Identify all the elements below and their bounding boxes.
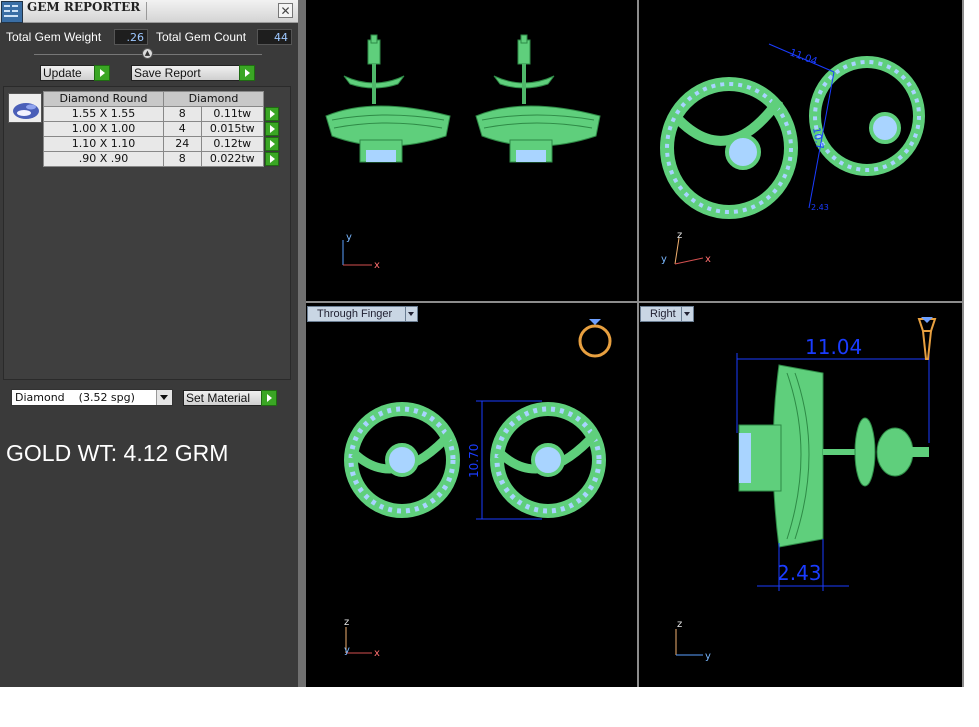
gem-size: 1.10 X 1.10 bbox=[43, 136, 164, 152]
gem-count: 4 bbox=[163, 121, 202, 137]
chevron-down-icon[interactable] bbox=[405, 307, 417, 321]
axis-y-label: y bbox=[346, 232, 352, 243]
row-go-arrow-icon[interactable] bbox=[265, 122, 279, 136]
dimension-width: 11.04 bbox=[788, 47, 819, 67]
title-bar: GEM REPORTER ✕ bbox=[0, 0, 298, 23]
viewport-right[interactable]: 11.04 2.43 z y Right bbox=[639, 303, 962, 687]
ring-view-icon[interactable] bbox=[578, 319, 612, 358]
close-button[interactable]: ✕ bbox=[278, 3, 293, 18]
earring-side-model bbox=[738, 364, 929, 548]
gem-weight: 0.12tw bbox=[200, 136, 265, 152]
dimension-depth: 2.43 bbox=[811, 203, 829, 212]
right-view-render: 11.04 2.43 z y bbox=[675, 317, 937, 662]
viewport-label: Through Finger bbox=[317, 308, 393, 320]
axis-x-label: x bbox=[705, 254, 711, 265]
table-row[interactable]: .90 X .90 8 0.022tw bbox=[43, 151, 280, 167]
dimension-depth: 2.43 bbox=[777, 561, 822, 585]
row-go-arrow-icon[interactable] bbox=[265, 137, 279, 151]
earring-top-model bbox=[344, 402, 460, 518]
axis-indicator: z y x bbox=[344, 617, 380, 659]
gem-reporter-panel: GEM REPORTER ✕ Total Gem Weight .26 Tota… bbox=[0, 0, 298, 687]
gold-weight-text: GOLD WT: 4.12 GRM bbox=[6, 440, 229, 466]
gem-size: 1.55 X 1.55 bbox=[43, 106, 164, 122]
column-header: Diamond Round bbox=[43, 91, 164, 107]
side-view-icon[interactable] bbox=[917, 317, 937, 360]
axis-z-label: z bbox=[677, 619, 682, 630]
axis-indicator: z y x bbox=[661, 230, 711, 265]
update-button[interactable]: Update bbox=[40, 65, 110, 81]
viewport-splitter-vertical[interactable] bbox=[637, 0, 639, 687]
earring-front-model bbox=[475, 34, 601, 163]
diamond-round-icon bbox=[8, 93, 42, 123]
go-arrow-icon bbox=[239, 65, 255, 81]
total-gem-count-value: 44 bbox=[257, 29, 292, 45]
total-gem-count-label: Total Gem Count bbox=[156, 30, 247, 44]
axis-y-label: y bbox=[661, 254, 667, 265]
total-gem-weight-value: .26 bbox=[114, 29, 148, 45]
go-arrow-icon bbox=[261, 390, 277, 406]
go-arrow-icon bbox=[94, 65, 110, 81]
save-report-button[interactable]: Save Report bbox=[131, 65, 255, 81]
gem-size: .90 X .90 bbox=[43, 151, 164, 167]
gem-count: 8 bbox=[163, 106, 202, 122]
axis-y-label: y bbox=[344, 645, 350, 656]
total-gem-weight-label: Total Gem Weight bbox=[6, 30, 102, 44]
front-view-render: y x bbox=[325, 34, 601, 271]
material-select-value: Diamond (3.52 spg) bbox=[15, 391, 135, 404]
app-icon bbox=[1, 1, 23, 23]
material-select[interactable]: Diamond (3.52 spg) bbox=[11, 389, 173, 406]
gem-size: 1.00 X 1.00 bbox=[43, 121, 164, 137]
set-material-button-label: Set Material bbox=[186, 391, 251, 405]
set-material-button[interactable]: Set Material bbox=[183, 390, 277, 406]
panel-divider[interactable] bbox=[298, 0, 306, 687]
viewport-through-finger[interactable]: 10.70 z y x Through Finger bbox=[306, 303, 637, 687]
earring-front-model bbox=[325, 34, 451, 163]
axis-indicator: z y bbox=[675, 619, 711, 662]
window-title: GEM REPORTER bbox=[27, 0, 141, 14]
axis-z-label: z bbox=[677, 230, 682, 241]
viewport-label: Right bbox=[650, 308, 676, 320]
through-finger-view-render: 10.70 z y x bbox=[344, 319, 612, 659]
column-header: Diamond bbox=[163, 91, 264, 107]
gem-weight: 0.015tw bbox=[200, 121, 265, 137]
earring-top-model bbox=[490, 402, 606, 518]
gem-weight: 0.022tw bbox=[200, 151, 265, 167]
viewport-border bbox=[962, 0, 964, 687]
viewport-perspective[interactable]: 11.04 10.7 2.43 z y x bbox=[639, 0, 962, 301]
row-go-arrow-icon[interactable] bbox=[265, 152, 279, 166]
title-separator bbox=[146, 2, 147, 20]
earring-perspective-model: 11.04 10.7 2.43 bbox=[660, 43, 925, 219]
axis-x-label: x bbox=[374, 648, 380, 659]
dimension-height: 10.70 bbox=[467, 444, 481, 478]
axis-indicator: y x bbox=[342, 232, 380, 271]
table-row[interactable]: 1.55 X 1.55 8 0.11tw bbox=[43, 106, 280, 122]
chevron-down-icon[interactable] bbox=[681, 307, 693, 321]
viewport-front[interactable]: y x bbox=[306, 0, 637, 301]
table-row[interactable]: 1.10 X 1.10 24 0.12tw bbox=[43, 136, 280, 152]
save-report-button-label: Save Report bbox=[134, 66, 201, 80]
gem-weight: 0.11tw bbox=[200, 106, 265, 122]
axis-z-label: z bbox=[344, 617, 349, 628]
axis-x-label: x bbox=[374, 260, 380, 271]
viewport-splitter-horizontal[interactable] bbox=[306, 301, 962, 303]
viewport-view-selector[interactable]: Right bbox=[640, 306, 694, 322]
gem-count: 8 bbox=[163, 151, 202, 167]
gem-count: 24 bbox=[163, 136, 202, 152]
table-row[interactable]: 1.00 X 1.00 4 0.015tw bbox=[43, 121, 280, 137]
chevron-down-icon[interactable] bbox=[156, 390, 172, 405]
update-button-label: Update bbox=[43, 66, 82, 80]
dimension-width: 11.04 bbox=[805, 335, 862, 359]
axis-y-label: y bbox=[705, 651, 711, 662]
gem-table: Diamond Round Diamond 1.55 X 1.55 8 0.11… bbox=[43, 91, 280, 167]
row-go-arrow-icon[interactable] bbox=[265, 107, 279, 121]
perspective-view-render: 11.04 10.7 2.43 z y x bbox=[660, 43, 925, 265]
splitter-handle-icon[interactable]: ▲ bbox=[142, 48, 153, 59]
table-header-row: Diamond Round Diamond bbox=[43, 91, 280, 107]
viewport-view-selector[interactable]: Through Finger bbox=[307, 306, 418, 322]
